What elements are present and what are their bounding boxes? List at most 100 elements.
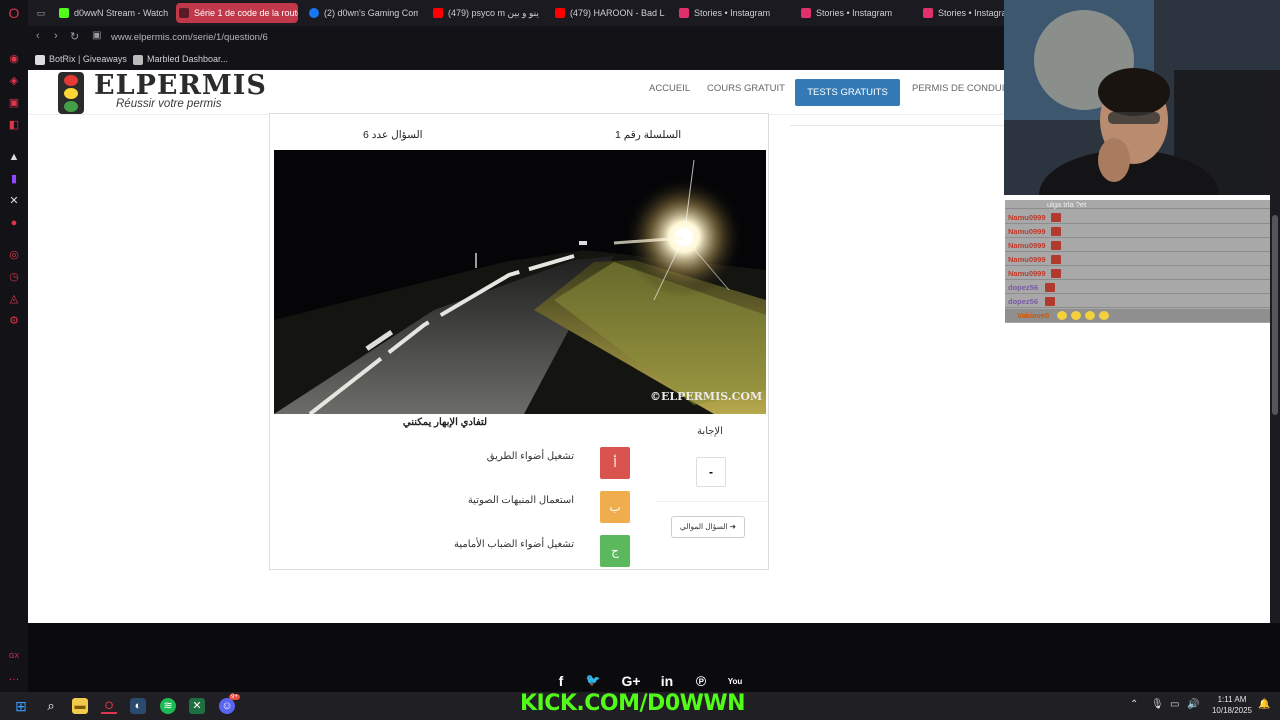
twitch-icon[interactable]: ▮ bbox=[7, 172, 21, 186]
pinterest-icon[interactable]: ℗ bbox=[692, 673, 710, 691]
linkedin-icon[interactable]: in bbox=[658, 673, 676, 691]
tab[interactable]: Stories • Instagram bbox=[798, 3, 916, 23]
emote-icon bbox=[1051, 255, 1061, 264]
chat-message: Namu0999 bbox=[1005, 267, 1270, 280]
nav-tests[interactable]: TESTS GRATUITS bbox=[795, 79, 900, 106]
opera-sidebar: O ◉ ◈ ▣ ◧ ▲ ▮ ✕ ● ◎ ◷ ◬ ⚙ GX … bbox=[0, 0, 28, 692]
option-a-button[interactable]: أ bbox=[600, 447, 630, 479]
spotify-icon[interactable]: ≋ bbox=[160, 698, 176, 714]
twitter-icon[interactable]: 🐦 bbox=[584, 673, 602, 691]
page-scrollbar[interactable] bbox=[1270, 70, 1280, 623]
chat-message: ulga trla ?et bbox=[1005, 200, 1270, 209]
search-icon[interactable]: ⌕ bbox=[43, 698, 59, 714]
youtube-icon[interactable]: You bbox=[726, 673, 744, 691]
answer-value: - bbox=[696, 457, 726, 487]
elpermis-favicon-icon bbox=[179, 8, 189, 18]
kick-stream-banner: KICK.COM/D0WWN bbox=[520, 691, 746, 716]
reload-icon[interactable]: ↻ bbox=[70, 30, 79, 43]
instagram-favicon-icon bbox=[923, 8, 933, 18]
tab[interactable]: Stories • Instagra bbox=[920, 3, 1008, 23]
yellow-light-icon bbox=[64, 88, 78, 99]
opera-logo-icon[interactable]: O bbox=[7, 6, 21, 20]
tab[interactable]: (2) d0wn's Gaming Com bbox=[306, 3, 418, 23]
tab-menu-icon[interactable]: ▭ bbox=[32, 3, 50, 23]
settings-icon[interactable]: ⚙ bbox=[7, 314, 21, 328]
network-icon[interactable]: ▭ bbox=[1170, 699, 1179, 710]
bookmark-botrix[interactable]: BotRix | Giveaways bbox=[35, 54, 127, 65]
site-logo[interactable]: ELPERMIS bbox=[94, 70, 267, 101]
arrow-right-icon: ➜ bbox=[729, 522, 737, 531]
opera-gx-icon[interactable]: O bbox=[101, 698, 117, 714]
tray-chevron-icon[interactable]: ⌃ bbox=[1130, 699, 1138, 710]
chat-message: Namu0999 bbox=[1005, 211, 1270, 224]
steam-icon[interactable]: ◐ bbox=[130, 698, 146, 714]
tab-label: (479) HAROON - Bad L bbox=[570, 8, 665, 18]
chat-username: Namu0999 bbox=[1008, 241, 1046, 250]
history-icon[interactable]: ◷ bbox=[7, 270, 21, 284]
nav-courses[interactable]: COURS GRATUIT bbox=[707, 83, 785, 94]
chat-username: dopez56 bbox=[1008, 297, 1039, 306]
chat-message: Namu0999 bbox=[1005, 253, 1270, 266]
chat-username: Namu0999 bbox=[1008, 227, 1046, 236]
facebook-icon[interactable]: f bbox=[552, 673, 570, 691]
sidebar-app-icon[interactable]: ◧ bbox=[7, 118, 21, 132]
option-b-button[interactable]: ب bbox=[600, 491, 630, 523]
tab[interactable]: (479) HAROON - Bad L bbox=[552, 3, 670, 23]
emote-icon bbox=[1051, 213, 1061, 222]
emote-icon bbox=[1045, 297, 1055, 306]
discord-icon[interactable]: ☺ bbox=[219, 698, 235, 714]
series-label: السلسلة رقم 1 bbox=[615, 129, 682, 141]
bookmark-marbled[interactable]: Marbled Dashboar... bbox=[133, 54, 228, 65]
site-slogan: Réussir votre permis bbox=[116, 98, 222, 110]
youtube-favicon-icon bbox=[433, 8, 443, 18]
gx-icon[interactable]: GX bbox=[7, 650, 21, 664]
option-c-button[interactable]: ج bbox=[600, 535, 630, 567]
excel-icon[interactable]: ✕ bbox=[189, 698, 205, 714]
forward-icon[interactable]: › bbox=[54, 30, 58, 42]
sidebar-app-icon[interactable]: ◉ bbox=[7, 52, 21, 66]
windows-taskbar: ⊞ ⌕ ▬ O ◐ ≋ ✕ ☺ 9+ KICK.COM/D0WWN ⌃ 🎙 ▭ … bbox=[0, 691, 1280, 720]
url-field[interactable]: www.elpermis.com/serie/1/question/6 bbox=[111, 32, 268, 43]
chat-username: Namu0999 bbox=[1008, 213, 1046, 222]
sidebar-app-icon[interactable]: ▣ bbox=[7, 96, 21, 110]
sidebar-app-icon[interactable]: ● bbox=[7, 216, 21, 230]
tab-active[interactable]: Série 1 de code de la route bbox=[176, 3, 298, 23]
chat-message: Namu0999 bbox=[1005, 239, 1270, 252]
clock-date: 10/18/2025 bbox=[1211, 706, 1253, 715]
footer-social-icons: f 🐦 G+ in ℗ You bbox=[548, 673, 748, 693]
system-clock[interactable]: 1:11 AM 10/18/2025 bbox=[1208, 694, 1256, 716]
chat-username: dopez56 bbox=[1008, 283, 1039, 292]
microphone-icon[interactable]: 🎙 bbox=[1151, 699, 1164, 710]
file-explorer-icon[interactable]: ▬ bbox=[72, 698, 88, 714]
tab-bar: ▭ d0wwN Stream - Watch Série 1 de code d… bbox=[28, 0, 1008, 26]
streamer-webcam-image bbox=[1004, 0, 1280, 195]
sidebar-app-icon[interactable]: ◈ bbox=[7, 74, 21, 88]
volume-icon[interactable]: 🔊 bbox=[1187, 699, 1199, 710]
more-icon[interactable]: … bbox=[7, 670, 21, 684]
tab[interactable]: Stories • Instagram bbox=[676, 3, 794, 23]
sidebar-app-icon[interactable]: ▲ bbox=[7, 150, 21, 164]
kick-favicon-icon bbox=[59, 8, 69, 18]
windows-start-icon[interactable]: ⊞ bbox=[13, 698, 29, 714]
scrollbar-thumb[interactable] bbox=[1272, 215, 1278, 415]
chat-username: Vakiove0 bbox=[1017, 311, 1050, 320]
notifications-icon[interactable]: 🔔 bbox=[1258, 699, 1270, 710]
sidebar-app-icon[interactable]: ◎ bbox=[7, 248, 21, 262]
lock-icon: ▣ bbox=[92, 30, 102, 41]
tab-label: Stories • Instagra bbox=[938, 8, 1007, 18]
clock-time: 1:11 AM bbox=[1217, 695, 1247, 704]
sidebar-app-icon[interactable]: ◬ bbox=[7, 292, 21, 306]
nav-licence[interactable]: PERMIS DE CONDUIRE bbox=[912, 83, 1018, 94]
next-question-button[interactable]: السؤال الموالي ➜ bbox=[671, 516, 745, 538]
back-icon[interactable]: ‹ bbox=[36, 30, 40, 42]
tab-label: Stories • Instagram bbox=[694, 8, 771, 18]
traffic-light-logo-icon[interactable] bbox=[58, 72, 84, 114]
google-plus-icon[interactable]: G+ bbox=[618, 673, 644, 691]
quiz-panel: السلسلة رقم 1 السؤال عدد 6 ©ELPERMIS.COM… bbox=[269, 113, 769, 570]
tab[interactable]: d0wwN Stream - Watch bbox=[56, 3, 172, 23]
sidebar-divider bbox=[790, 125, 1005, 126]
tab[interactable]: (479) psyco m ينو و بين bbox=[430, 3, 548, 23]
discord-notification-badge: 9+ bbox=[229, 694, 240, 700]
x-icon[interactable]: ✕ bbox=[7, 194, 21, 208]
nav-home[interactable]: ACCUEIL bbox=[649, 83, 690, 94]
